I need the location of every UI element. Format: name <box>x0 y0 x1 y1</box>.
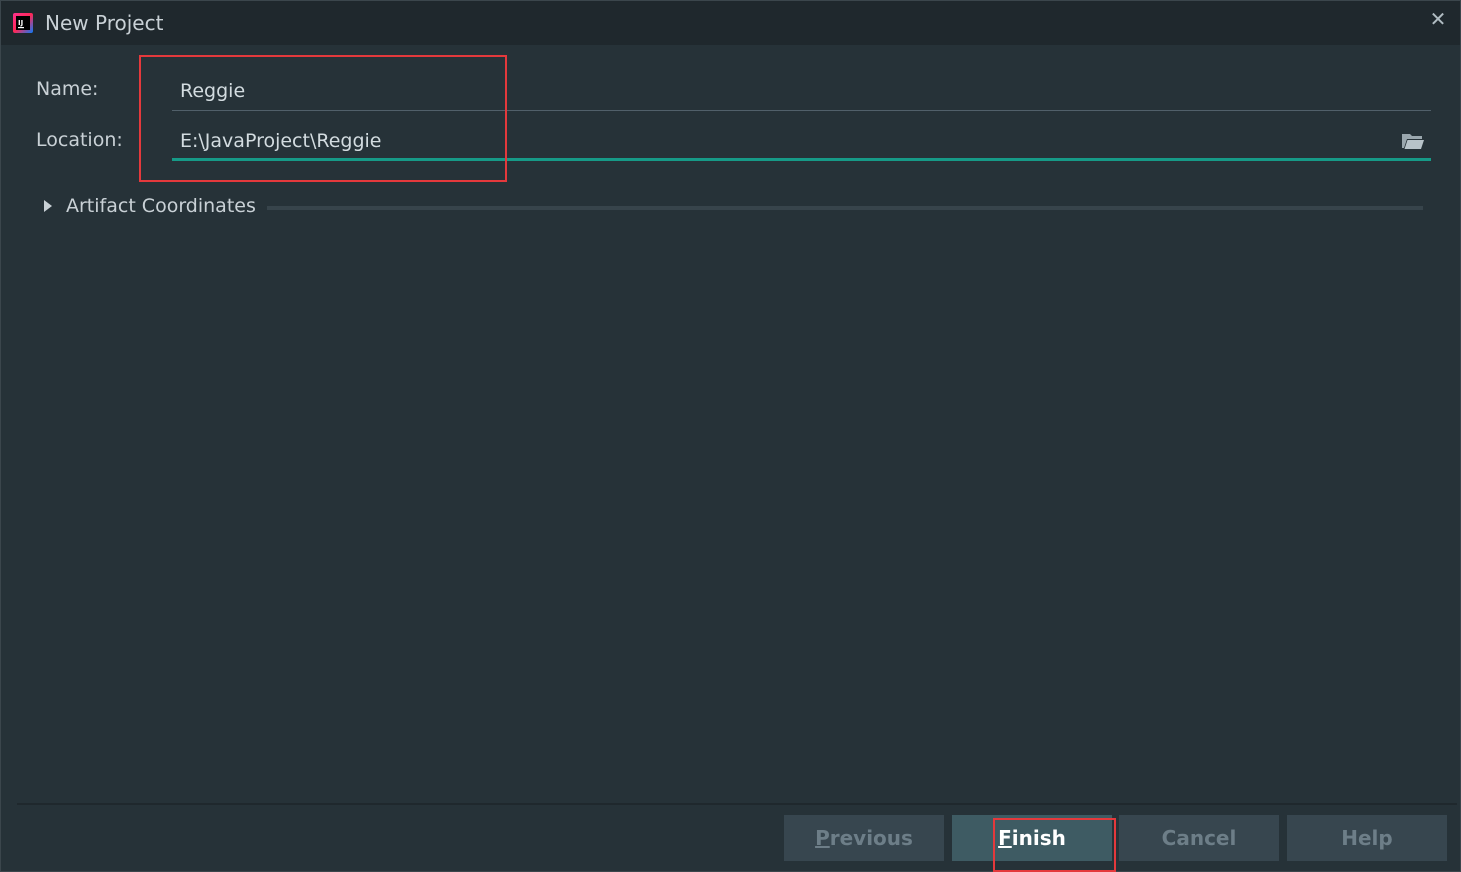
annotation-highlight-finish <box>993 818 1116 872</box>
cancel-button[interactable]: Cancel <box>1119 815 1279 861</box>
svg-text:IJ: IJ <box>18 19 23 27</box>
close-icon[interactable]: ✕ <box>1426 7 1450 31</box>
footer-divider <box>17 803 1457 805</box>
triangle-right-icon[interactable] <box>41 199 55 213</box>
intellij-app-icon: IJ <box>13 13 33 33</box>
artifact-separator <box>267 206 1423 210</box>
window-title: New Project <box>45 11 164 35</box>
name-label: Name: <box>36 78 99 100</box>
previous-button[interactable]: Previous <box>784 815 944 861</box>
new-project-dialog: IJ New Project ✕ Name: Reggie Location: … <box>0 0 1461 872</box>
folder-icon[interactable] <box>1401 131 1425 151</box>
title-bar: IJ New Project ✕ <box>1 1 1460 45</box>
artifact-coordinates-section[interactable]: Artifact Coordinates <box>41 193 1423 221</box>
artifact-coordinates-label[interactable]: Artifact Coordinates <box>66 194 256 218</box>
previous-mnemonic: P <box>815 826 830 850</box>
location-label: Location: <box>36 129 123 151</box>
annotation-highlight-name-location <box>139 55 507 182</box>
help-button[interactable]: Help <box>1287 815 1447 861</box>
previous-label: revious <box>829 826 913 850</box>
